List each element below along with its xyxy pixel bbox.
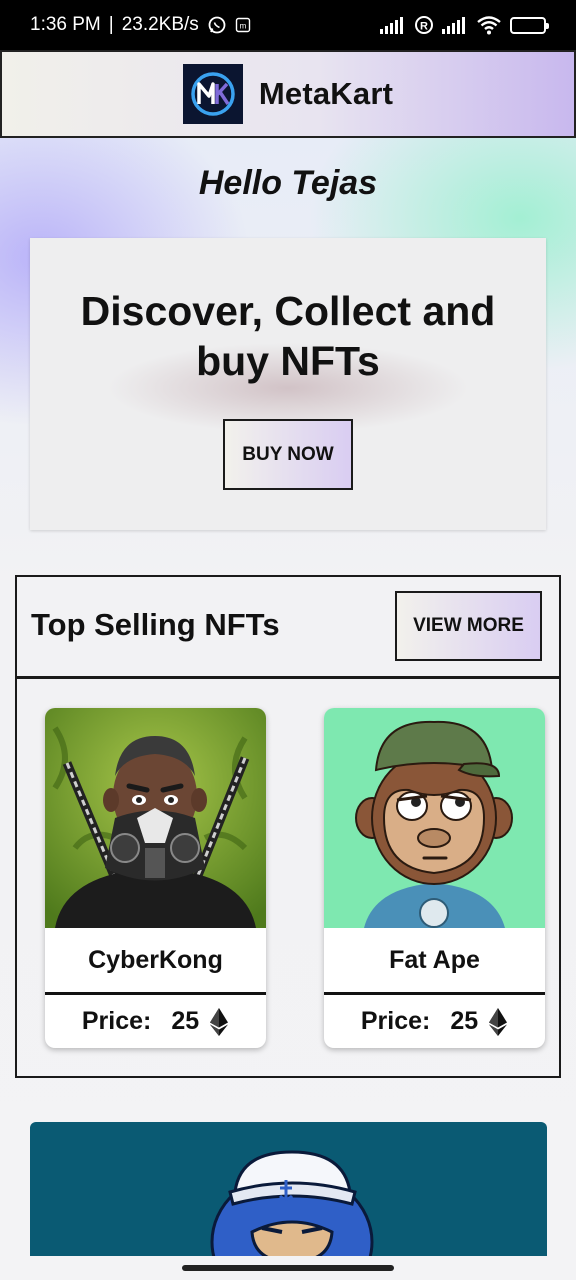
network-speed: 23.2KB/s [121, 14, 199, 35]
svg-text:m: m [239, 22, 246, 31]
status-separator: | [108, 14, 114, 35]
section-header: Top Selling NFTs VIEW MORE [17, 577, 559, 679]
sailor-ape-image [210, 1150, 374, 1262]
gesture-bar[interactable] [182, 1265, 394, 1271]
registered-icon: R [414, 15, 434, 35]
navigation-area [0, 1256, 576, 1280]
view-more-button[interactable]: VIEW MORE [395, 591, 542, 661]
svg-text:R: R [420, 21, 428, 33]
notification-icon: m [235, 17, 251, 33]
ethereum-icon [210, 1007, 229, 1036]
fat-ape-image [324, 708, 545, 928]
status-time: 1:36 PM [30, 14, 101, 35]
battery-level: 95 [521, 19, 535, 31]
nft-card-cyberkong[interactable]: CyberKong Price: 25 [45, 708, 266, 1048]
signal-icon [442, 16, 468, 34]
wifi-icon [476, 15, 502, 35]
greeting-text: Hello Tejas [198, 164, 378, 202]
price-label: Price: [360, 1007, 431, 1035]
nft-card-fat-ape[interactable]: Fat Ape Price: 25 [324, 708, 545, 1048]
price-value: 25 [450, 1007, 479, 1035]
metakart-logo[interactable] [182, 64, 243, 124]
hero-title: Discover, Collect and buy NFTs [80, 288, 496, 384]
nft-name: Fat Ape [324, 928, 545, 995]
status-bar: 1:36 PM | 23.2KB/s m R 95 [0, 0, 576, 50]
signal-icon [380, 16, 406, 34]
top-selling-section: Top Selling NFTs VIEW MORE CyberKong Pri… [15, 575, 561, 1078]
nft-price: Price: 25 [45, 995, 266, 1048]
battery-icon: 95 [510, 16, 549, 34]
hero-card: Discover, Collect and buy NFTs BUY NOW [30, 238, 546, 530]
section-title: Top Selling NFTs [31, 607, 280, 642]
nft-price: Price: 25 [324, 995, 545, 1048]
buy-now-button[interactable]: BUY NOW [223, 419, 353, 490]
whatsapp-icon [207, 15, 227, 35]
ethereum-icon [489, 1007, 508, 1036]
app-header: MetaKart [0, 50, 576, 138]
app-title: MetaKart [258, 76, 394, 111]
price-value: 25 [171, 1007, 200, 1035]
nft-name: CyberKong [45, 928, 266, 995]
price-label: Price: [81, 1007, 152, 1035]
cyberkong-image [45, 708, 266, 928]
featured-banner[interactable] [30, 1122, 547, 1262]
